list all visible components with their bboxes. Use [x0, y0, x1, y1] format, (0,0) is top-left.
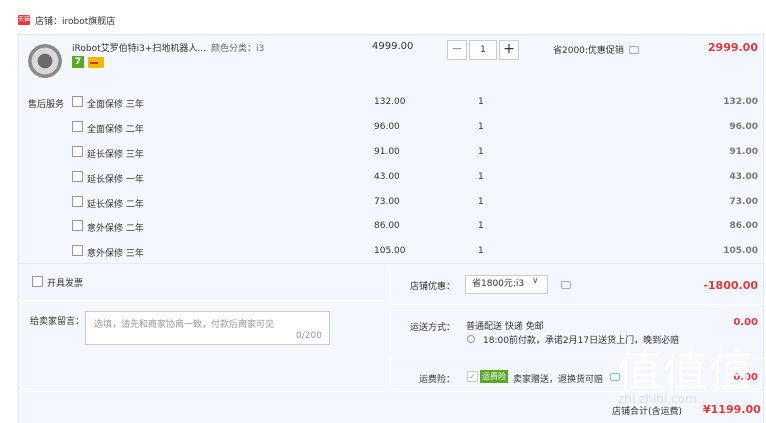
- unit-price: 4999.00: [372, 41, 414, 52]
- service-checkbox[interactable]: [72, 245, 83, 256]
- service-name: 意外保修 三年: [87, 249, 144, 259]
- shipping-label: 运送方式：: [410, 323, 456, 333]
- insurance-checkbox: ✓: [467, 371, 478, 382]
- message-label: 给卖家留言：: [30, 317, 85, 327]
- insurance-tag: 运费险: [480, 370, 508, 383]
- service-qty: 1: [478, 97, 484, 107]
- service-total: 86.00: [729, 221, 758, 231]
- product-spec: 颜色分类：i3: [211, 44, 265, 54]
- service-checkbox[interactable]: [72, 146, 83, 157]
- service-name: 延长保修 二年: [87, 200, 144, 210]
- insurance-label: 运费险：: [419, 375, 456, 385]
- service-total: 73.00: [729, 197, 758, 207]
- service-checkbox[interactable]: [72, 196, 83, 207]
- insurance-text: 卖家赠送，退换货可赔: [513, 375, 604, 385]
- credit-card-icon: [88, 57, 104, 68]
- service-qty: 1: [478, 197, 484, 207]
- service-name: 全面保修 三年: [87, 100, 144, 110]
- service-price: 73.00: [374, 197, 400, 207]
- shipping-method: 普通配送 快递 免邮: [466, 322, 544, 332]
- service-checkbox[interactable]: [72, 171, 83, 182]
- service-price: 105.00: [374, 246, 406, 256]
- service-qty: 1: [478, 122, 484, 132]
- service-price: 132.00: [374, 97, 406, 107]
- after-sales-label: 售后服务: [28, 100, 65, 110]
- service-total: 96.00: [729, 122, 758, 132]
- quantity-input[interactable]: 1: [469, 40, 497, 60]
- service-price: 43.00: [374, 172, 400, 182]
- tmall-icon: 天猫: [18, 15, 31, 25]
- service-price: 91.00: [374, 147, 400, 157]
- product-thumbnail[interactable]: [28, 44, 62, 78]
- watermark-logo: 值值值: [617, 346, 755, 397]
- section-divider: [390, 304, 764, 305]
- invoice-checkbox[interactable]: [32, 276, 43, 287]
- service-name: 意外保修 二年: [87, 224, 144, 234]
- section-divider: [389, 266, 390, 391]
- watermark-url: zhi.zhibi.com: [618, 392, 697, 406]
- invoice-label[interactable]: 开具发票: [47, 276, 83, 289]
- store-header: 天猫 店铺：irobot旗舰店: [18, 12, 115, 28]
- service-price: 86.00: [374, 221, 400, 231]
- message-char-counter: 0/200: [296, 331, 322, 341]
- item-total-price: 2999.00: [707, 41, 758, 54]
- service-checkbox[interactable]: [72, 96, 83, 107]
- section-divider: [18, 300, 389, 301]
- message-placeholder: 选填，请先和商家协商一致，付款后商家可见: [94, 320, 275, 330]
- chat-icon[interactable]: [628, 45, 639, 54]
- service-name: 全面保修 二年: [87, 125, 144, 135]
- service-price: 96.00: [374, 122, 400, 132]
- service-qty: 1: [478, 172, 484, 182]
- coupon-amount: -1800.00: [703, 279, 758, 292]
- chat-icon[interactable]: [561, 281, 571, 289]
- store-total-amount: ¥1199.00: [703, 403, 761, 416]
- quantity-decrease-button[interactable]: −: [447, 40, 467, 60]
- service-name: 延长保修 三年: [87, 150, 144, 160]
- service-checkbox[interactable]: [72, 121, 83, 132]
- service-name: 延长保修 一年: [87, 175, 144, 185]
- service-qty: 1: [478, 221, 484, 231]
- service-checkbox[interactable]: [72, 220, 83, 231]
- promo-text: 省2000:优惠促销: [553, 46, 624, 56]
- clock-icon: [467, 335, 475, 343]
- chevron-down-icon[interactable]: ∨: [532, 276, 539, 286]
- service-total: 132.00: [723, 97, 758, 107]
- service-total: 105.00: [723, 246, 758, 256]
- service-total: 43.00: [729, 172, 758, 182]
- service-qty: 1: [478, 147, 484, 157]
- store-name-link[interactable]: 店铺：irobot旗舰店: [35, 14, 115, 27]
- promo-info: 省2000:优惠促销: [553, 43, 639, 56]
- service-total: 91.00: [729, 147, 758, 157]
- service-qty: 1: [478, 246, 484, 256]
- seven-day-return-icon: 7: [72, 56, 84, 68]
- store-coupon-label: 店铺优惠：: [410, 282, 456, 292]
- quantity-increase-button[interactable]: +: [499, 40, 519, 60]
- product-title-link[interactable]: iRobot艾罗伯特i3+扫地机器人...: [72, 41, 206, 54]
- shipping-amount: 0.00: [733, 317, 758, 328]
